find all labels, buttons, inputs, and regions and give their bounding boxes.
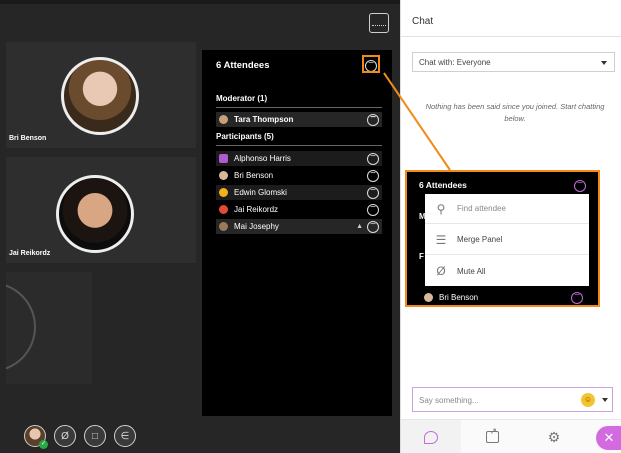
more-options-icon[interactable] <box>574 178 586 192</box>
tile-label: Jai Reikordz <box>9 250 51 257</box>
merge-panel-icon: ☰ <box>435 232 447 247</box>
close-icon[interactable]: ✕ <box>596 426 621 450</box>
microphone-muted-icon: Ø <box>436 264 446 278</box>
search-icon: ⚲ <box>436 201 446 216</box>
attendee-name: Edwin Glomski <box>234 188 287 197</box>
avatar <box>219 205 228 214</box>
attendee-row[interactable]: Bri Benson <box>421 290 586 305</box>
partial-label: F <box>419 252 424 261</box>
stage-top-border <box>0 0 400 4</box>
chat-message-input[interactable]: Say something... ☺ <box>412 387 613 412</box>
avatar <box>219 115 228 124</box>
avatar <box>219 222 228 231</box>
moderator-header: Moderator (1) <box>216 94 268 103</box>
attendee-row[interactable]: Edwin Glomski <box>216 185 382 200</box>
video-tile[interactable]: Bri Benson <box>6 42 196 148</box>
avatar-outline <box>6 282 36 372</box>
attendees-title: 6 Attendees <box>216 60 270 71</box>
more-options-icon[interactable] <box>367 219 379 233</box>
menu-item-merge-panel[interactable]: ☰ Merge Panel <box>425 225 589 255</box>
attendee-name: Tara Thompson <box>234 115 294 124</box>
my-status-avatar[interactable]: ✓ <box>24 425 48 449</box>
more-options-icon[interactable] <box>367 151 379 165</box>
attendee-name: Bri Benson <box>234 171 274 180</box>
chat-empty-message: Nothing has been said since you joined. … <box>425 102 605 123</box>
tab-share-content[interactable] <box>461 420 523 453</box>
chevron-down-icon <box>601 61 607 65</box>
avatar <box>424 293 433 302</box>
attendee-row[interactable]: Tara Thompson <box>216 112 382 127</box>
attendee-name: Jai Reikordz <box>234 205 279 214</box>
attendee-row[interactable]: Jai Reikordz <box>216 202 382 217</box>
session-controls: ✓ Ø □ ∈ <box>24 425 144 449</box>
find-attendee-placeholder: Find attendee <box>457 204 506 213</box>
divider <box>216 107 382 108</box>
status-check-icon: ✓ <box>39 440 48 449</box>
video-tile[interactable] <box>6 272 92 384</box>
layout-icon[interactable] <box>369 13 389 33</box>
chat-recipient-select[interactable]: Chat with: Everyone <box>412 52 615 72</box>
highlight-box <box>362 55 380 73</box>
divider <box>401 36 621 37</box>
more-options-icon[interactable] <box>367 168 379 182</box>
chat-title: Chat <box>412 16 434 27</box>
attendee-row[interactable]: Mai Josephy ▲ <box>216 219 382 234</box>
tab-settings[interactable]: ⚙ <box>523 420 585 453</box>
avatar <box>219 188 228 197</box>
chevron-down-icon[interactable] <box>602 398 608 402</box>
find-attendee-input[interactable]: ⚲ Find attendee <box>425 194 589 224</box>
attendees-options-menu: ⚲ Find attendee ☰ Merge Panel Ø Mute All <box>425 194 589 286</box>
panel-tabs: ⚙ ✕ <box>401 419 621 453</box>
mute-all-label: Mute All <box>457 266 486 276</box>
connection-icon: ▲ <box>356 223 363 230</box>
attendee-name: Alphonso Harris <box>234 154 291 163</box>
tab-chat[interactable] <box>401 420 461 453</box>
chat-bubble-icon <box>424 430 438 444</box>
avatar <box>219 154 228 163</box>
video-stage: Bri Benson Jai Reikordz 6 Attendees Mode… <box>0 0 400 453</box>
divider <box>216 145 382 146</box>
gear-icon: ⚙ <box>547 429 561 445</box>
zoomed-callout: 6 Attendees M F ⚲ Find attendee ☰ Merge … <box>405 170 600 307</box>
attendee-row[interactable]: Bri Benson <box>216 168 382 183</box>
participant-avatar <box>61 57 139 135</box>
chat-input-placeholder: Say something... <box>419 396 479 405</box>
emoji-icon[interactable]: ☺ <box>581 393 595 407</box>
participant-avatar <box>56 175 134 253</box>
attendees-panel: 6 Attendees Moderator (1) Tara Thompson … <box>202 50 392 416</box>
share-content-icon <box>485 426 499 443</box>
more-options-icon[interactable] <box>367 185 379 199</box>
participants-header: Participants (5) <box>216 132 274 141</box>
more-options-icon[interactable] <box>571 290 583 304</box>
raise-hand-icon[interactable]: ∈ <box>114 425 136 447</box>
menu-item-mute-all[interactable]: Ø Mute All <box>425 256 589 286</box>
attendee-name: Mai Josephy <box>234 222 279 231</box>
attendee-row[interactable]: Alphonso Harris <box>216 151 382 166</box>
attendee-name: Bri Benson <box>439 293 479 302</box>
microphone-muted-icon[interactable]: Ø <box>54 425 76 447</box>
camera-off-icon[interactable]: □ <box>84 425 106 447</box>
more-options-icon[interactable] <box>367 112 379 126</box>
avatar <box>219 171 228 180</box>
merge-panel-label: Merge Panel <box>457 235 503 244</box>
chat-select-value: Chat with: Everyone <box>419 58 491 67</box>
callout-title: 6 Attendees <box>419 180 467 190</box>
more-options-icon[interactable] <box>367 202 379 216</box>
video-tile[interactable]: Jai Reikordz <box>6 157 196 263</box>
tile-label: Bri Benson <box>9 135 47 142</box>
